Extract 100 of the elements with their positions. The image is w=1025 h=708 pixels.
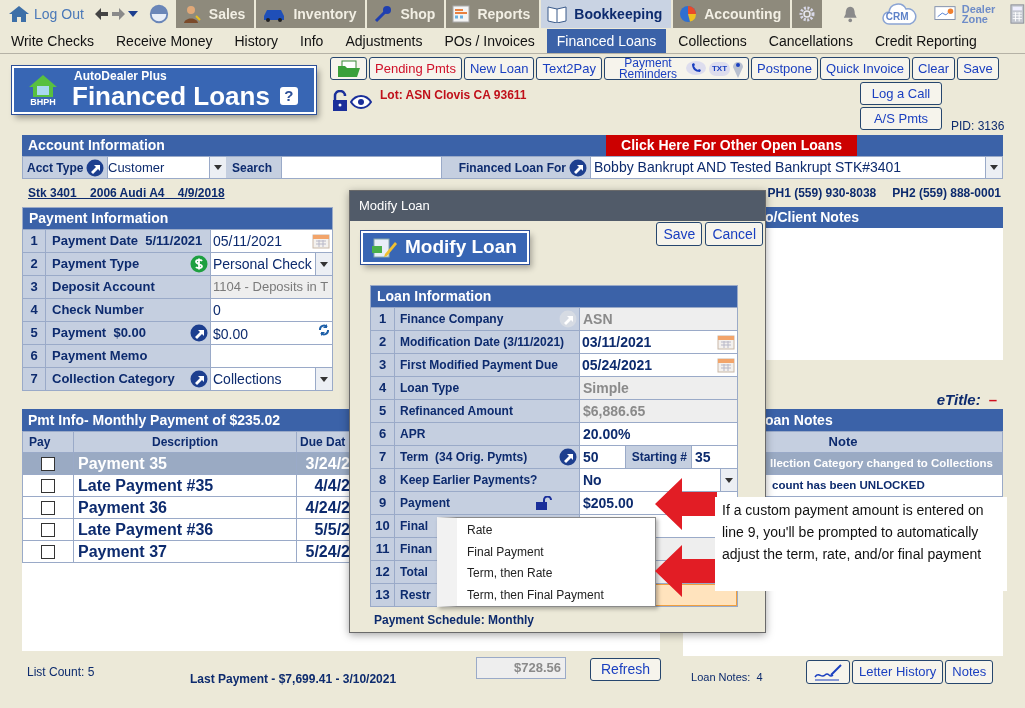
lookup-icon[interactable]: [569, 158, 587, 177]
nav-tab[interactable]: Bookkeeping: [541, 0, 672, 28]
stock-link[interactable]: Stk 3401 2006 Audi A4 4/9/2018: [28, 184, 225, 202]
field-label: Collection Category: [52, 370, 175, 389]
payment-reminders-button[interactable]: Payment Reminders TXT: [603, 57, 750, 80]
etitle-label: eTitle:: [936, 389, 981, 410]
businessman-icon: [181, 4, 202, 24]
unlocked-icon[interactable]: [535, 496, 553, 510]
dropdown-caret-icon[interactable]: [725, 477, 733, 483]
notes-button[interactable]: Notes: [945, 660, 994, 684]
phone-bubble-icon: [684, 59, 707, 78]
lookup-icon[interactable]: [190, 370, 208, 388]
menu-option[interactable]: Term, then Rate: [467, 562, 604, 585]
field-label: Modification Date (3/11/2021): [400, 334, 565, 351]
bell-icon[interactable]: [842, 4, 859, 24]
dropdown-caret-icon[interactable]: [320, 376, 328, 382]
amount-field[interactable]: $0.00: [210, 322, 332, 344]
lookup-icon[interactable]: [559, 448, 577, 466]
other-loans-link[interactable]: Click Here For Other Open Loans: [606, 135, 857, 156]
section-title: Account Information: [27, 136, 166, 155]
text-field[interactable]: [210, 345, 332, 367]
refresh-button[interactable]: Refresh: [590, 658, 662, 681]
menu-item[interactable]: POs / Invoices: [434, 29, 545, 53]
description-cell: Late Payment #35: [74, 475, 297, 496]
back-icon[interactable]: [93, 7, 109, 21]
menu-option[interactable]: Term, then Final Payment: [467, 584, 604, 606]
signature-button[interactable]: [806, 660, 851, 684]
checkbox[interactable]: [41, 500, 55, 515]
select-field[interactable]: No: [579, 469, 737, 491]
text-field[interactable]: 0: [210, 299, 332, 321]
toolbar-button[interactable]: Clear: [912, 57, 956, 80]
callout-text: If a custom payment amount is entered on line 9, you'll be prompted to automatically adjust the term, rate, and/or final payment: [715, 497, 1007, 591]
dialog-button[interactable]: Cancel: [705, 222, 763, 246]
toolbar-button[interactable]: Postpone: [751, 57, 818, 80]
due-date-cell-text: 4/24/2: [304, 497, 350, 518]
eye-icon[interactable]: [350, 95, 372, 109]
text-field[interactable]: 35: [692, 446, 737, 468]
menu-item[interactable]: Receive Money: [106, 29, 223, 53]
menu-option[interactable]: Rate: [467, 519, 604, 541]
phone-number: PH2 (559) 888-0001: [892, 185, 1001, 202]
checkbox[interactable]: [41, 522, 55, 537]
field-label: Acct Type: [27, 159, 84, 177]
dropdown-caret-icon[interactable]: [990, 165, 998, 170]
select-field[interactable]: Personal Check: [210, 253, 332, 275]
dropdown-caret-icon[interactable]: [214, 165, 222, 170]
dialog-banner-title: Modify Loan: [405, 235, 517, 260]
toolbar-button[interactable]: Quick Invoice: [820, 57, 911, 80]
date-field[interactable]: 05/24/2021: [579, 354, 737, 376]
checkbox[interactable]: [41, 544, 55, 559]
search-field[interactable]: [281, 157, 442, 178]
lookup-icon[interactable]: [86, 158, 105, 177]
logout-link[interactable]: Log Out: [0, 0, 90, 28]
toolbar-button[interactable]: Save: [957, 57, 999, 80]
notes-button[interactable]: Letter History: [852, 660, 944, 684]
menu-item[interactable]: Credit Reporting: [864, 29, 987, 53]
unlocked-icon[interactable]: [332, 90, 348, 112]
lookup-icon[interactable]: [190, 324, 208, 342]
menu-item[interactable]: Adjustments: [335, 29, 433, 53]
description-cell: Payment 35: [74, 453, 297, 474]
settings-button[interactable]: [792, 0, 823, 28]
menu-item[interactable]: Write Checks: [1, 29, 104, 53]
select-field[interactable]: Collections: [210, 368, 332, 390]
folder-button[interactable]: [330, 57, 367, 80]
menu-item[interactable]: Collections: [668, 29, 757, 53]
loan-select[interactable]: Bobby Bankrupt AND Tested Bankrupt STK#3401: [590, 157, 1002, 178]
pending-payments-button[interactable]: Pending Pmts: [369, 57, 462, 80]
etitle-value: –: [988, 389, 997, 410]
menu-option[interactable]: Final Payment: [467, 540, 604, 563]
field-label: Restr: [400, 587, 431, 604]
schedule-label: Payment Schedule: Monthly: [374, 612, 536, 629]
action-button[interactable]: Log a Call: [860, 82, 942, 105]
menu-item[interactable]: Info: [290, 29, 334, 53]
caret-icon[interactable]: [127, 10, 138, 18]
text-field[interactable]: 20.00%: [579, 423, 737, 445]
menu-item[interactable]: Cancellations: [758, 29, 863, 53]
dialog-button[interactable]: Save: [656, 222, 703, 246]
menu-item[interactable]: Financed Loans: [546, 29, 667, 53]
date-field[interactable]: 05/11/2021: [210, 230, 332, 252]
support-icon[interactable]: [147, 2, 170, 26]
text-field[interactable]: 50: [580, 446, 625, 468]
refresh-icon[interactable]: [318, 324, 330, 336]
date-field[interactable]: 03/11/2021: [579, 331, 737, 353]
action-button[interactable]: A/S Pmts: [860, 107, 942, 130]
dollar-icon[interactable]: [190, 255, 208, 273]
home-icon: [8, 4, 30, 24]
edit-document-icon: [371, 236, 397, 259]
menu-item[interactable]: History: [224, 29, 289, 53]
description-cell: Payment 36: [74, 497, 297, 518]
page-title: Financed Loans: [72, 82, 270, 110]
wrench-icon: [373, 4, 394, 24]
checkbox[interactable]: [41, 478, 55, 493]
checkbox[interactable]: [41, 456, 55, 471]
cloud-icon[interactable]: [880, 2, 917, 26]
last-payment-label: Last Payment - $7,699.41 - 3/10/2021: [190, 671, 398, 688]
toolbar-button[interactable]: New Loan: [463, 57, 535, 80]
dashboard-icon[interactable]: [933, 5, 956, 23]
dropdown-caret-icon[interactable]: [320, 261, 328, 267]
toolbar-button[interactable]: Text2Pay: [536, 57, 602, 80]
help-button[interactable]: ?: [279, 87, 298, 105]
account-type-select[interactable]: Customer: [107, 157, 226, 178]
